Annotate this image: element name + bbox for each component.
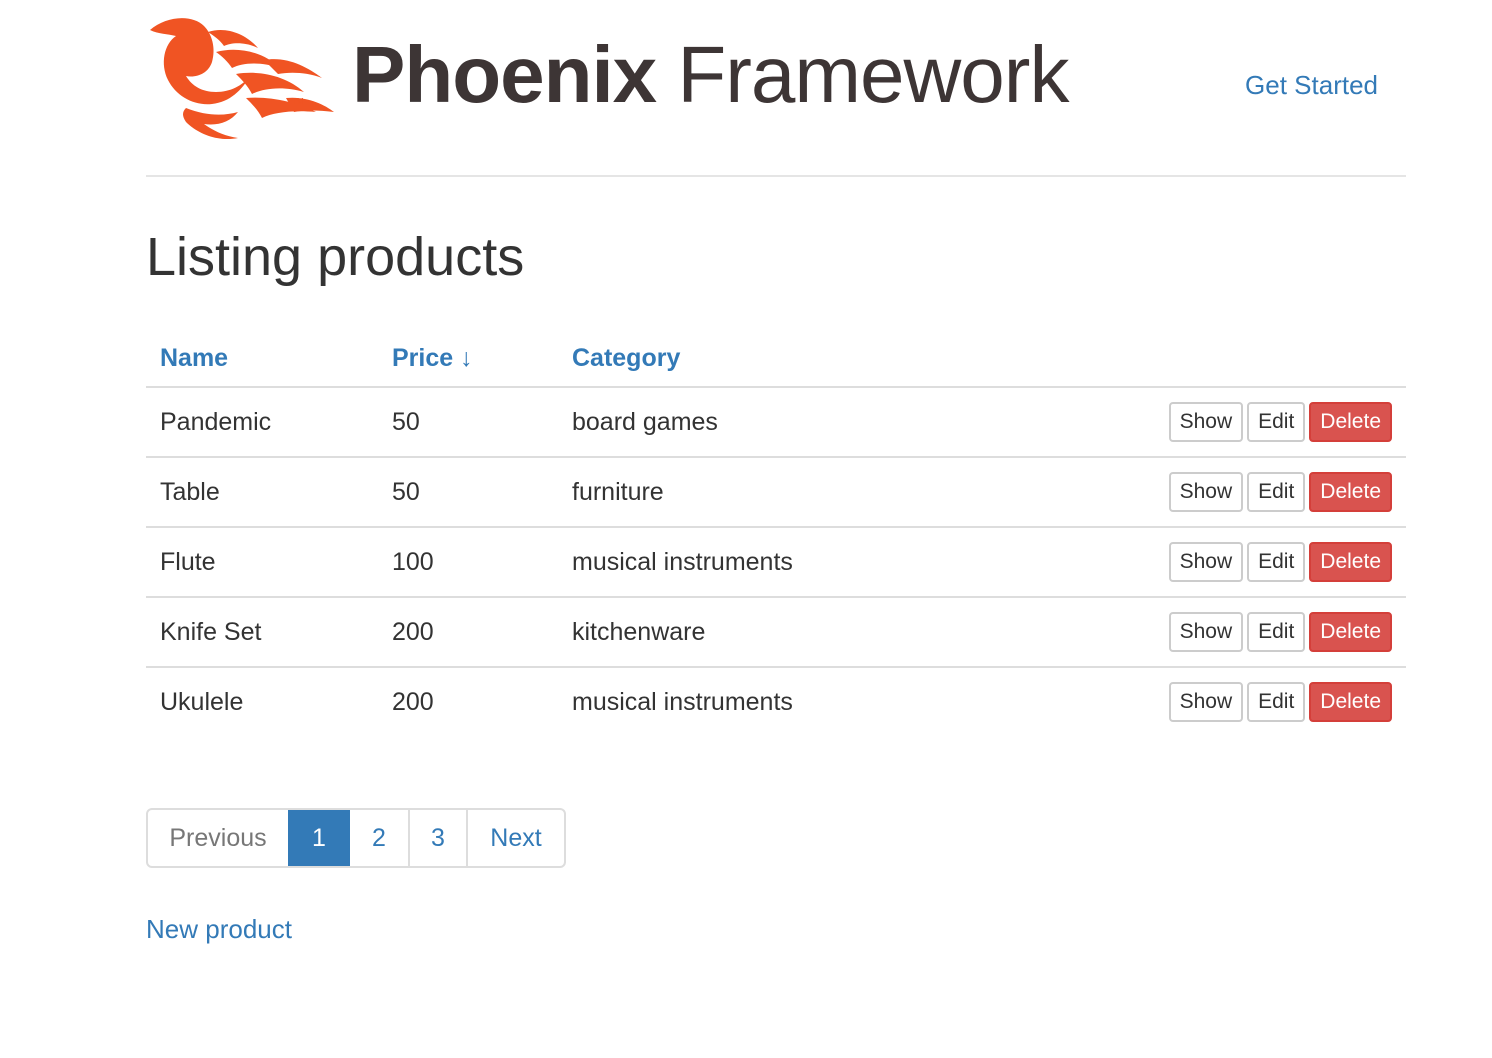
column-header-price[interactable]: Price ↓: [378, 330, 558, 388]
show-button[interactable]: Show: [1168, 402, 1244, 442]
delete-button[interactable]: Delete: [1309, 472, 1392, 512]
svg-text:TM: TM: [292, 97, 304, 106]
cell-category: kitchenware: [558, 597, 977, 668]
cell-price: 200: [378, 597, 558, 668]
edit-button[interactable]: Edit: [1247, 612, 1306, 652]
pagination-previous[interactable]: Previous: [148, 810, 288, 866]
pagination: Previous 1 2 3 Next: [146, 808, 566, 868]
cell-name: Pandemic: [146, 387, 378, 458]
row-actions: Show Edit Delete: [976, 527, 1406, 598]
pagination-page-1[interactable]: 1: [288, 810, 350, 866]
cell-name: Ukulele: [160, 687, 244, 716]
cell-name: Table: [146, 457, 378, 528]
new-product-link[interactable]: New product: [146, 914, 292, 945]
show-button[interactable]: Show: [1168, 542, 1244, 582]
show-button[interactable]: Show: [1168, 682, 1244, 722]
table-row: Ukulele 200 musical instruments Show Edit…: [146, 667, 1406, 736]
table-row: Knife Set 200 kitchenware Show Edit Delete: [146, 597, 1406, 668]
edit-button[interactable]: Edit: [1247, 682, 1306, 722]
table-header-row: Name Price ↓ Category: [146, 330, 1406, 388]
edit-button[interactable]: Edit: [1247, 472, 1306, 512]
row-actions: Show Edit Delete: [976, 597, 1406, 668]
delete-button[interactable]: Delete: [1309, 682, 1392, 722]
cell-name: Knife Set: [146, 597, 378, 668]
cell-price: 200: [392, 687, 434, 716]
brand-title: Phoenix Framework: [352, 30, 1069, 120]
cell-price: 50: [378, 387, 558, 458]
edit-button[interactable]: Edit: [1247, 402, 1306, 442]
delete-button[interactable]: Delete: [1309, 612, 1392, 652]
delete-button[interactable]: Delete: [1309, 402, 1392, 442]
cell-category: musical instruments: [572, 687, 793, 716]
page-title: Listing products: [146, 227, 525, 287]
column-header-name[interactable]: Name: [146, 330, 378, 388]
column-header-category[interactable]: Category: [558, 330, 977, 388]
cell-category: furniture: [558, 457, 977, 528]
show-button[interactable]: Show: [1168, 472, 1244, 512]
get-started-link[interactable]: Get Started: [1245, 70, 1378, 101]
pagination-next[interactable]: Next: [466, 810, 564, 866]
edit-button[interactable]: Edit: [1247, 542, 1306, 582]
pagination-page-2[interactable]: 2: [350, 810, 408, 866]
phoenix-logo-icon[interactable]: TM: [146, 12, 336, 144]
table-row: Pandemic 50 board games Show Edit Delete: [146, 387, 1406, 458]
brand-light: Framework: [656, 30, 1069, 119]
column-header-actions: [976, 330, 1406, 388]
delete-button[interactable]: Delete: [1309, 542, 1392, 582]
cell-price: 50: [378, 457, 558, 528]
brand-bold: Phoenix: [352, 30, 657, 119]
row-actions: Show Edit Delete: [976, 387, 1406, 458]
cell-price: 100: [378, 527, 558, 598]
cell-name: Flute: [146, 527, 378, 598]
products-table: Name Price ↓ Category Pandemic 50 board …: [146, 330, 1406, 736]
pagination-page-3[interactable]: 3: [408, 810, 466, 866]
table-row: Flute 100 musical instruments Show Edit De…: [146, 527, 1406, 598]
site-header: TM Phoenix Framework Get Started: [146, 0, 1406, 177]
cell-category: musical instruments: [558, 527, 977, 598]
row-actions: Show Edit Delete: [977, 667, 1406, 736]
show-button[interactable]: Show: [1168, 612, 1244, 652]
row-actions: Show Edit Delete: [976, 457, 1406, 528]
cell-category: board games: [558, 387, 977, 458]
table-row: Table 50 furniture Show Edit Delete: [146, 457, 1406, 528]
